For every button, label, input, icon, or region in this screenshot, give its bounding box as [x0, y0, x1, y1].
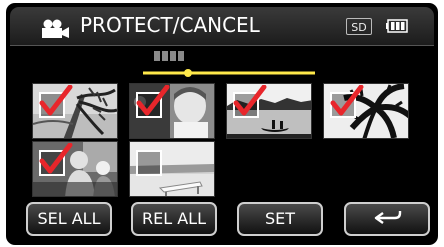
checkbox[interactable]	[233, 85, 267, 118]
checkbox[interactable]	[136, 85, 170, 118]
return-arrow-icon	[374, 211, 402, 224]
checkmark-icon	[330, 85, 364, 116]
slider-knob[interactable]	[184, 69, 192, 77]
checkbox[interactable]	[39, 143, 73, 176]
select-all-button[interactable]: SEL ALL	[26, 202, 112, 236]
sd-card-badge: SD	[346, 18, 372, 35]
checkmark-icon	[39, 85, 73, 116]
video-camera-icon	[42, 19, 69, 38]
page-slider[interactable]	[143, 69, 315, 77]
checkmark-icon	[136, 85, 170, 116]
lcd-screen: PROTECT/CANCEL SD SEL ALL REL ALL SET	[6, 3, 438, 245]
page-title: PROTECT/CANCEL	[80, 13, 260, 37]
checkbox[interactable]	[330, 85, 364, 118]
set-button[interactable]: SET	[237, 202, 323, 236]
checkmark-icon	[39, 143, 73, 174]
checkmark-icon	[233, 85, 267, 116]
battery-icon	[386, 19, 408, 33]
page-dots-icon	[154, 51, 184, 61]
title-bar: PROTECT/CANCEL SD	[10, 7, 434, 46]
release-all-button[interactable]: REL ALL	[131, 202, 217, 236]
back-button[interactable]	[344, 202, 430, 236]
checkbox[interactable]	[39, 85, 73, 118]
thumbnail-palm-branch-hammock[interactable]	[32, 83, 118, 139]
checkbox[interactable]	[136, 150, 162, 176]
thumbnail-child-portrait[interactable]	[129, 83, 215, 139]
thumbnail-family-at-table[interactable]	[32, 141, 118, 197]
thumbnail-palm-leaves-sky[interactable]	[323, 83, 409, 139]
thumbnail-beach-lounge-chair[interactable]	[129, 141, 215, 197]
thumbnail-lake-canoe[interactable]	[226, 83, 312, 139]
